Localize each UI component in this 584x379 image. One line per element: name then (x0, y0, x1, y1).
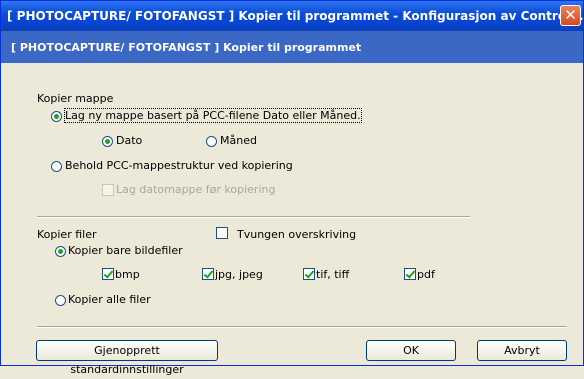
check-force-overwrite-label[interactable]: Tvungen overskriving (237, 228, 356, 241)
check-type-tif-box[interactable] (303, 268, 315, 280)
radio-keep-structure-label[interactable]: Behold PCC-mappestruktur ved kopiering (65, 159, 293, 172)
radio-new-folder-indicator[interactable] (51, 111, 62, 122)
check-type-pdf-label[interactable]: pdf (417, 268, 435, 281)
cancel-button[interactable]: Avbryt (477, 340, 567, 361)
kopier-mappe-label: Kopier mappe (37, 92, 114, 105)
radio-keep-structure-indicator[interactable] (51, 161, 62, 172)
radio-images-only-indicator[interactable] (55, 246, 66, 257)
dialog-window: [ PHOTOCAPTURE/ FOTOFANGST ] Kopier til … (0, 0, 584, 376)
header-band: [ PHOTOCAPTURE/ FOTOFANGST ] Kopier til … (1, 31, 583, 63)
window-title: [ PHOTOCAPTURE/ FOTOFANGST ] Kopier til … (7, 9, 584, 23)
title-bar[interactable]: [ PHOTOCAPTURE/ FOTOFANGST ] Kopier til … (1, 1, 584, 31)
check-type-jpg-label[interactable]: jpg, jpeg (215, 268, 263, 281)
radio-images-only-label[interactable]: Kopier bare bildefiler (68, 244, 183, 257)
header-title: [ PHOTOCAPTURE/ FOTOFANGST ] Kopier til … (11, 41, 362, 54)
check-type-tif-label[interactable]: tif, tiff (316, 268, 349, 281)
radio-dato-label[interactable]: Dato (116, 134, 142, 147)
radio-all-files-label[interactable]: Kopier alle filer (68, 293, 151, 306)
ok-button[interactable]: OK (366, 340, 456, 361)
restore-defaults-button[interactable]: Gjenopprett standardinnstillinger (36, 340, 218, 376)
radio-maned-label[interactable]: Måned (220, 134, 257, 147)
bottom-separator (37, 326, 567, 328)
check-date-folder-label: Lag datomappe før kopiering (116, 183, 276, 196)
check-type-pdf-box[interactable] (404, 268, 416, 280)
check-force-overwrite-box[interactable] (216, 227, 228, 239)
radio-dato-indicator[interactable] (102, 136, 113, 147)
close-icon: ✕ (564, 6, 577, 24)
check-date-folder-box[interactable] (102, 184, 114, 196)
group-separator (37, 216, 470, 218)
check-type-bmp-box[interactable] (102, 268, 114, 280)
radio-maned-indicator[interactable] (206, 136, 217, 147)
check-type-jpg-box[interactable] (202, 268, 214, 280)
close-button[interactable]: ✕ (560, 5, 581, 26)
check-type-bmp-label[interactable]: bmp (115, 268, 140, 281)
kopier-filer-label: Kopier filer (37, 228, 97, 241)
radio-new-folder-label[interactable]: Lag ny mappe basert på PCC-filene Dato e… (64, 108, 362, 123)
radio-all-files-indicator[interactable] (55, 295, 66, 306)
